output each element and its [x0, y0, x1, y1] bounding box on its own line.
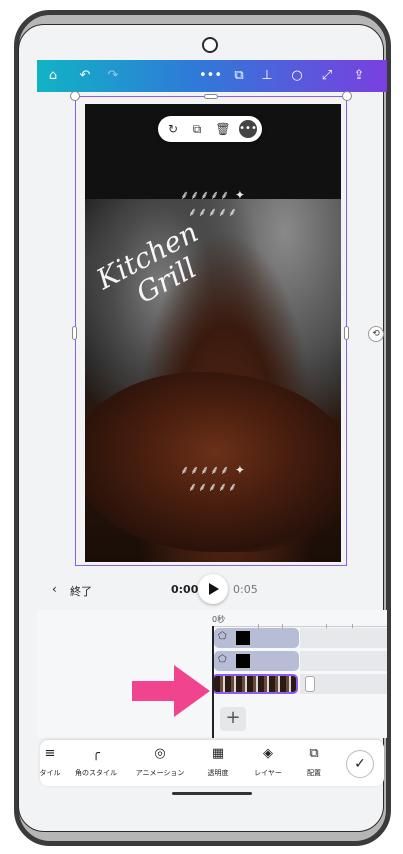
resize-handle-tr[interactable] — [342, 91, 352, 101]
shape-icon: ⬠ — [218, 654, 227, 665]
pink-arrow-icon — [132, 665, 210, 717]
resize-handle-tl[interactable] — [70, 91, 80, 101]
done-check-button[interactable]: ✓ — [346, 750, 374, 778]
home-indicator[interactable] — [172, 792, 252, 795]
tool-position[interactable]: ⧉ 配置 — [298, 746, 330, 778]
shape-icon: ⬠ — [218, 631, 227, 642]
add-track-button[interactable]: + — [220, 707, 246, 731]
track-thumbnail — [236, 654, 250, 668]
expand-icon[interactable]: ⤢ — [319, 68, 335, 84]
rotate-icon[interactable]: ⟲ — [368, 326, 384, 342]
corner-style-icon: ╭ — [92, 746, 100, 761]
current-time: 0:00 — [171, 583, 199, 596]
play-button[interactable] — [198, 574, 228, 604]
trash-icon[interactable]: 🗑 — [214, 120, 232, 138]
layers-icon: ◈ — [263, 746, 273, 761]
track-thumbnail — [236, 631, 250, 645]
camera-icon — [202, 37, 218, 53]
resize-handle-right[interactable] — [344, 326, 349, 340]
laurel-bottom: ⸙⸙⸙⸙⸙ ✦ ⸙⸙⸙⸙⸙ — [180, 463, 246, 494]
back-chevron-icon[interactable]: ‹ — [52, 582, 57, 596]
ruler-line — [212, 626, 387, 627]
canvas-photo[interactable]: ⸙⸙⸙⸙⸙ ✦ ⸙⸙⸙⸙⸙ Kitchen Grill ⸙⸙⸙⸙⸙ ✦ ⸙⸙⸙⸙… — [85, 104, 341, 562]
animation-icon: ◎ — [154, 746, 166, 761]
more-icon[interactable]: ••• — [199, 68, 222, 84]
timeline-track-1[interactable]: ⬠ — [214, 628, 299, 648]
track-end-handle[interactable] — [305, 676, 315, 692]
position-icon: ⧉ — [309, 746, 319, 761]
track-background — [300, 651, 387, 671]
transparency-icon: ▦ — [211, 746, 225, 761]
exit-label[interactable]: 終了 — [70, 583, 92, 599]
home-icon[interactable]: ⌂ — [45, 68, 61, 84]
style-icon: ≡ — [44, 746, 56, 761]
add-comment-icon[interactable]: ↻ — [164, 120, 182, 138]
tool-style[interactable]: ≡ タイル — [36, 746, 64, 778]
share-icon[interactable]: ⇪ — [351, 68, 367, 84]
timeline-track-2[interactable]: ⬠ — [214, 651, 299, 671]
tool-animation[interactable]: ◎ アニメーション — [128, 746, 192, 778]
chart-icon[interactable]: ⊥ — [259, 68, 275, 84]
copy-icon[interactable]: ⧉ — [188, 120, 206, 138]
more-icon[interactable]: ••• — [239, 120, 257, 138]
resize-handle-left[interactable] — [72, 326, 77, 340]
total-time: 0:05 — [233, 583, 258, 596]
tool-transparency[interactable]: ▦ 透明度 — [198, 746, 238, 778]
element-context-menu: ↻ ⧉ 🗑 ••• — [158, 116, 262, 142]
top-toolbar: ⌂ ↶ ↷ ••• ⧉ ⊥ ○ ⤢ ⇪ — [37, 60, 387, 92]
playhead[interactable] — [212, 626, 214, 738]
tool-corner-style[interactable]: ╭ 角のスタイル — [70, 746, 122, 778]
comment-icon[interactable]: ○ — [289, 68, 305, 84]
track-background — [300, 628, 387, 648]
undo-icon[interactable]: ↶ — [77, 68, 93, 84]
timeline-ruler-label: 0秒 — [212, 615, 226, 624]
duplicate-page-icon[interactable]: ⧉ — [231, 68, 247, 84]
bottom-toolbar: ≡ タイル ╭ 角のスタイル ◎ アニメーション ▦ 透明度 ◈ レイヤー ⧉ … — [40, 740, 384, 786]
resize-handle-top[interactable] — [204, 94, 218, 99]
tool-layers[interactable]: ◈ レイヤー — [246, 746, 290, 778]
timeline-track-selected[interactable] — [212, 674, 298, 694]
redo-icon[interactable]: ↷ — [105, 68, 121, 84]
